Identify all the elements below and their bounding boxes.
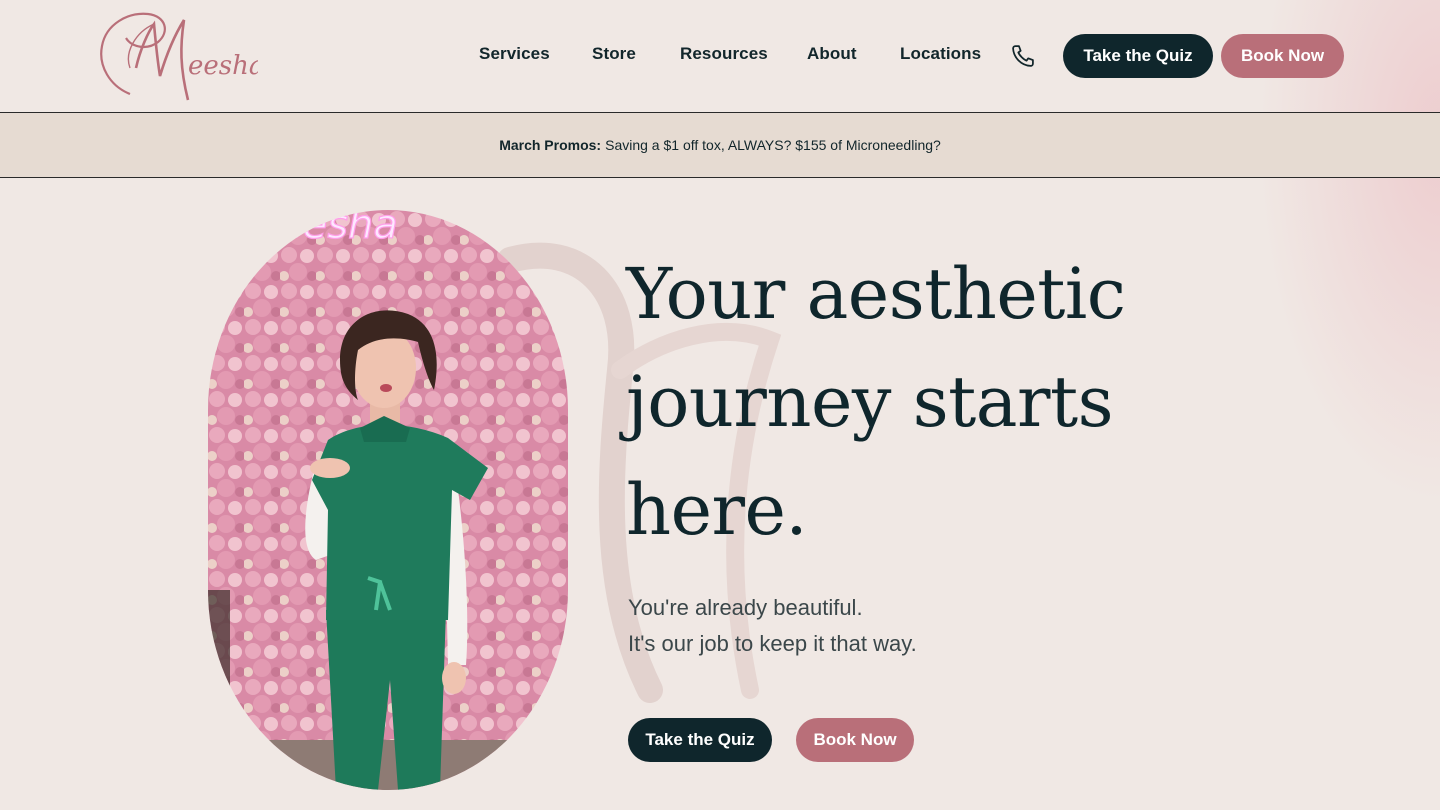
nav-store[interactable]: Store	[592, 44, 636, 64]
promo-banner: March Promos: Saving a $1 off tox, ALWAY…	[0, 113, 1440, 178]
nav-locations[interactable]: Locations	[900, 44, 981, 64]
hero-subline-line-2: It's our job to keep it that way.	[628, 631, 917, 656]
hero-headline-line-2: journey starts	[626, 361, 1114, 443]
header-take-quiz-label: Take the Quiz	[1083, 46, 1193, 65]
nav-about[interactable]: About	[807, 44, 857, 64]
hero-headline-line-3: here.	[626, 469, 808, 551]
hero-headline-line-1: Your aesthetic	[626, 253, 1126, 335]
nav-resources[interactable]: Resources	[680, 44, 768, 64]
hero-book-now-button[interactable]: Book Now	[796, 718, 914, 762]
hero-photo: eesha	[208, 210, 568, 790]
hero-book-now-label: Book Now	[813, 730, 897, 749]
header-take-quiz-button[interactable]: Take the Quiz	[1063, 34, 1213, 78]
hero-take-quiz-label: Take the Quiz	[645, 730, 755, 749]
header-book-now-label: Book Now	[1240, 46, 1325, 65]
header-book-now-button[interactable]: Book Now	[1221, 34, 1344, 78]
nav-services[interactable]: Services	[479, 44, 550, 64]
hero-take-quiz-button[interactable]: Take the Quiz	[628, 718, 772, 762]
promo-title: March Promos:	[499, 137, 602, 153]
hero-headline: Your aesthetic journey starts here.	[626, 240, 1186, 564]
promo-text: Saving a $1 off tox, ALWAYS? $155 of Mic…	[605, 137, 941, 153]
main-nav: Services Store Resources About Locations…	[0, 0, 1440, 112]
site-header: eesha Services Store Resources About Loc…	[0, 0, 1440, 113]
hero-subline: You're already beautiful. It's our job t…	[628, 590, 1128, 662]
hero-subline-line-1: You're already beautiful.	[628, 595, 863, 620]
hero-photo-illustration: eesha	[208, 210, 568, 790]
phone-icon[interactable]	[1009, 42, 1037, 70]
